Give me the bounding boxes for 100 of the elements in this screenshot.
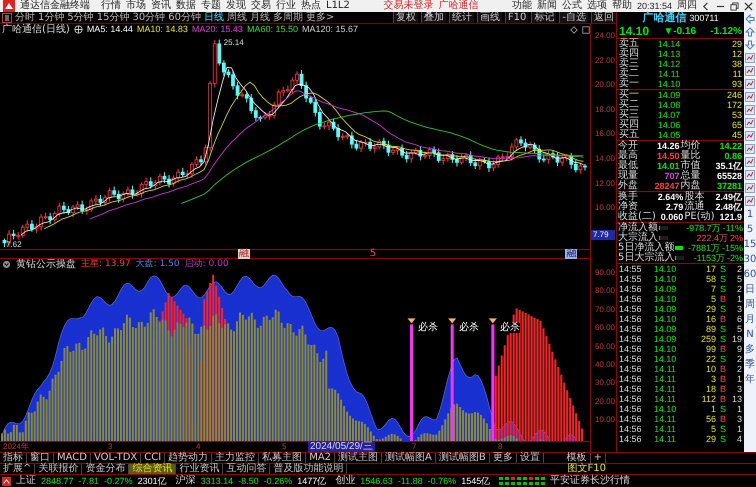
menu-item[interactable]: 数据 (176, 0, 196, 12)
index-name[interactable]: 上证 (16, 475, 36, 487)
period-button[interactable]: 多 (745, 344, 755, 356)
chart-icon[interactable] (745, 144, 755, 154)
chart-icon[interactable] (745, 66, 755, 76)
period-button[interactable]: 周 (745, 299, 755, 311)
chart-tool-button[interactable]: 画线 (476, 12, 502, 23)
indicator-toggle-icon[interactable] (2, 260, 11, 269)
chart-tool-button[interactable]: F10 (504, 12, 528, 23)
menu-item[interactable]: 热点 (301, 0, 321, 12)
chart-tool-button[interactable]: -自选 (559, 12, 588, 23)
menu-item[interactable]: 选项 (586, 0, 607, 12)
period-tab[interactable]: 60分钟 (168, 12, 201, 23)
period-tab[interactable]: 日线 (204, 12, 224, 23)
indicator-tab[interactable]: 测试幅图B (436, 453, 490, 463)
indicator-tab[interactable]: 更多 (490, 453, 517, 463)
chart-tool-button[interactable]: 统计 (448, 12, 474, 23)
period-button[interactable]: 月 (745, 314, 755, 326)
square-icon[interactable] (582, 26, 590, 34)
info-link[interactable]: 图文F10 (568, 464, 606, 474)
chart-icon[interactable] (745, 118, 755, 128)
period-tab[interactable]: 5分钟 (67, 12, 94, 23)
event-tag[interactable]: 融 (565, 249, 578, 259)
menu-item[interactable]: 帮助 (612, 0, 632, 12)
menu-item[interactable]: 专题 (201, 0, 221, 12)
chart-tool-button[interactable]: 返回 (591, 12, 616, 23)
period-tab[interactable]: 多周期 (272, 12, 303, 23)
period-button[interactable]: 年 (745, 374, 755, 386)
menu-item[interactable]: 发现 (226, 0, 246, 12)
menu-item[interactable]: L1L2 (326, 0, 350, 12)
up-arrow-icon[interactable] (745, 27, 755, 37)
info-tab[interactable]: 行业资讯 (176, 464, 224, 474)
indicator-tab[interactable]: CCI (141, 453, 166, 463)
trade-volume: 22 (704, 354, 716, 364)
info-tab[interactable]: 扩展^ (0, 464, 36, 474)
crosshair-icon[interactable] (74, 25, 83, 34)
period-tab[interactable]: 30分钟 (132, 12, 166, 23)
indicator-tab[interactable]: MA2 (306, 453, 336, 463)
indicator-tab[interactable]: 设置 (516, 453, 544, 463)
indicator-tab[interactable]: 趋势动力 (165, 453, 212, 463)
info-tab[interactable]: 关联报价 (35, 464, 82, 474)
period-button[interactable]: 30 (744, 254, 756, 266)
chart-tool-button[interactable]: 复权 (392, 12, 418, 23)
menu-item[interactable]: 行业 (276, 0, 296, 12)
index-name[interactable]: 沪深 (176, 475, 196, 487)
close-icon[interactable] (744, 2, 754, 10)
chart-tool-button[interactable]: 叠加 (420, 12, 446, 23)
period-button[interactable]: N (746, 329, 754, 341)
chart-icon[interactable] (745, 105, 755, 115)
indicator-tab[interactable]: 主力监控 (212, 453, 260, 463)
chart-icon[interactable] (745, 79, 755, 89)
indicator-tab[interactable]: 测试幅图A (382, 453, 436, 463)
trade-count: 19 (730, 334, 742, 344)
left-arrow-icon[interactable] (745, 14, 755, 24)
index-name[interactable]: 创业 (335, 475, 356, 487)
event-tag[interactable]: 融 (238, 249, 250, 259)
indicator-name: 黄钻公示操盘 (16, 259, 76, 270)
menu-item[interactable]: 资讯 (151, 0, 171, 12)
menu-item[interactable]: 行情 (101, 0, 121, 12)
period-tab[interactable]: 分时 (15, 12, 35, 23)
restore-icon[interactable] (730, 2, 740, 10)
chart-icon[interactable] (745, 183, 755, 193)
chart-icon[interactable] (745, 157, 755, 167)
chart-tool-button[interactable]: 标记 (531, 12, 556, 23)
diamond-icon[interactable] (570, 26, 578, 34)
indicator-axis-label: 30.00 (594, 378, 615, 388)
indicator-tab[interactable]: 指标 (0, 453, 27, 463)
period-tab[interactable]: 月线 (250, 12, 270, 23)
info-tab[interactable]: 互动问答 (223, 464, 270, 474)
indicator-tab[interactable]: 私募主图 (259, 453, 306, 463)
period-button[interactable]: 5 (746, 224, 754, 236)
stat-value: 2.64% (658, 192, 684, 202)
period-button[interactable]: 季 (745, 359, 755, 371)
market-icon[interactable] (2, 476, 11, 486)
period-tab[interactable]: 15分钟 (96, 12, 130, 23)
chart-icon[interactable] (745, 92, 755, 102)
event-tag[interactable]: 5 (368, 249, 378, 259)
period-button[interactable]: 日 (745, 284, 755, 296)
chart-icon[interactable] (745, 196, 755, 206)
period-button[interactable]: 15 (744, 239, 756, 251)
period-tab[interactable]: 1分钟 (38, 12, 64, 23)
template-button[interactable]: + (590, 453, 606, 463)
menu-item[interactable]: 功能 (512, 0, 532, 12)
indicator-tab[interactable]: 窗口 (27, 453, 54, 463)
chart-icon[interactable] (745, 170, 755, 180)
info-tab[interactable]: 普及版功能说明 (270, 464, 348, 474)
template-button[interactable]: 模板 (564, 453, 591, 463)
indicator-tab[interactable]: VOL-TDX (90, 453, 142, 463)
chart-icon[interactable] (745, 53, 755, 63)
grid-icon[interactable] (2, 12, 12, 22)
indicator-tab[interactable]: MACD (54, 453, 91, 463)
indicator-tab[interactable]: 测试主图 (335, 453, 382, 463)
period-tab[interactable]: 周线 (226, 12, 247, 23)
period-button[interactable]: 1 (746, 209, 754, 221)
info-tab[interactable]: 综合资讯 (129, 464, 176, 474)
down-arrow-icon[interactable] (745, 40, 755, 50)
chart-icon[interactable] (745, 131, 755, 141)
period-button[interactable]: 60 (744, 269, 756, 281)
menu-item[interactable]: 公式 (562, 0, 582, 12)
period-tab[interactable]: 更多> (306, 12, 334, 23)
